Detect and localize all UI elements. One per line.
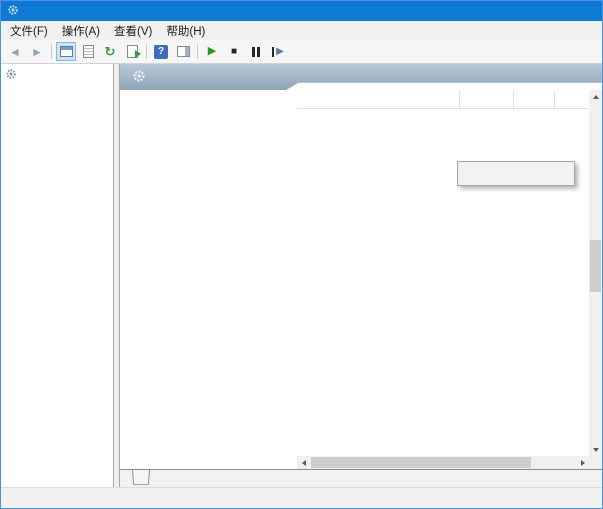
services-panel <box>119 64 602 487</box>
toolbar-separator <box>49 42 54 61</box>
status-bar <box>1 487 602 508</box>
scroll-left-icon[interactable] <box>297 456 310 469</box>
vertical-scroll-thumb[interactable] <box>590 240 601 292</box>
forward-icon[interactable]: ► <box>27 42 47 61</box>
help-icon[interactable]: ? <box>151 42 171 61</box>
menu-item[interactable]: 文件(F) <box>3 21 55 41</box>
column-header-status[interactable] <box>514 90 555 108</box>
context-menu-item[interactable] <box>458 164 574 183</box>
vertical-scrollbar[interactable] <box>589 90 602 456</box>
horizontal-scrollbar[interactable] <box>297 456 589 469</box>
back-icon[interactable]: ◄ <box>5 42 25 61</box>
scroll-down-icon[interactable] <box>589 443 602 456</box>
sidebar-item-services-local[interactable] <box>1 64 113 83</box>
properties-icon[interactable] <box>78 42 98 61</box>
context-menu <box>457 161 575 186</box>
services-list <box>297 90 602 469</box>
services-window: 文件(F)操作(A)查看(V)帮助(H) ◄►↻?▶■▶ <box>0 0 603 509</box>
refresh-icon[interactable]: ↻ <box>100 42 120 61</box>
restart-service-icon[interactable]: ▶ <box>268 42 288 61</box>
scrollbar-corner <box>589 456 602 469</box>
action-pane-icon[interactable] <box>173 42 193 61</box>
scroll-up-icon[interactable] <box>589 90 602 103</box>
menu-item[interactable]: 帮助(H) <box>159 21 212 41</box>
menu-bar: 文件(F)操作(A)查看(V)帮助(H) <box>1 21 602 40</box>
titlebar <box>1 1 602 21</box>
app-icon <box>7 4 19 19</box>
main-area <box>1 64 602 487</box>
column-header-description[interactable] <box>460 90 514 108</box>
horizontal-scroll-thumb[interactable] <box>311 457 531 468</box>
view-tab[interactable] <box>132 470 150 487</box>
list-header <box>297 90 589 109</box>
toolbar: ◄►↻?▶■▶ <box>1 40 602 64</box>
export-list-icon[interactable] <box>122 42 142 61</box>
scroll-right-icon[interactable] <box>576 456 589 469</box>
view-tabs <box>120 469 602 487</box>
stop-service-icon[interactable]: ■ <box>224 42 244 61</box>
start-service-icon[interactable]: ▶ <box>202 42 222 61</box>
services-icon <box>132 69 146 86</box>
panel-header <box>120 64 602 90</box>
menu-item[interactable]: 查看(V) <box>107 21 159 41</box>
extended-info-pane <box>120 90 297 469</box>
pause-service-icon[interactable] <box>246 42 266 61</box>
services-icon <box>5 68 17 83</box>
toolbar-separator <box>144 42 149 61</box>
console-tree <box>1 64 114 487</box>
show-console-tree-icon[interactable] <box>56 42 76 61</box>
menu-item[interactable]: 操作(A) <box>55 21 107 41</box>
column-header-startup-type[interactable] <box>555 90 589 108</box>
column-header-name[interactable] <box>297 90 460 108</box>
toolbar-separator <box>195 42 200 61</box>
